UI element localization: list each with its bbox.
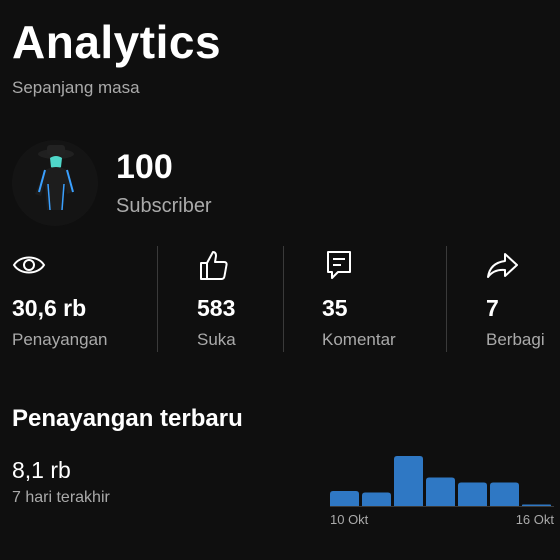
thumbs-up-icon [200, 251, 228, 280]
chart-bar[interactable] [362, 492, 391, 507]
chart-tick-label: 16 Okt [516, 512, 555, 527]
recent-views-title: Penayangan terbaru [12, 405, 243, 432]
chart-bar[interactable] [458, 482, 487, 507]
subscriber-count: 100 [116, 148, 173, 186]
chart-tick-label: 10 Okt [330, 512, 369, 527]
page-title: Analytics [12, 16, 222, 68]
chart-bar[interactable] [330, 491, 359, 506]
comment-icon [327, 251, 351, 279]
avatar-figure-icon [12, 140, 98, 226]
stats-row: 30,6 rb Penayangan 583 Suka 35 Komentar … [0, 244, 560, 352]
recent-views-period: 7 hari terakhir [12, 489, 110, 506]
eye-icon [12, 256, 46, 274]
stat-value: 583 [197, 295, 236, 321]
recent-views-chart[interactable]: 10 Okt 16 Okt [328, 448, 556, 532]
stat-label: Komentar [322, 330, 396, 349]
chart-bar[interactable] [490, 482, 519, 507]
stat-divider [283, 246, 284, 352]
stat-label: Penayangan [12, 330, 108, 349]
chart-bar[interactable] [426, 477, 455, 507]
stat-value: 30,6 rb [12, 295, 87, 321]
chart-bar[interactable] [522, 504, 551, 507]
channel-avatar[interactable] [12, 140, 98, 226]
chart-bar[interactable] [394, 456, 423, 506]
recent-views-value: 8,1 rb [12, 457, 71, 483]
stat-divider [157, 246, 158, 352]
share-icon [487, 253, 518, 278]
stat-value: 7 [486, 295, 499, 321]
subscriber-label: Subscriber [116, 195, 212, 217]
stat-divider [446, 246, 447, 352]
stat-value: 35 [322, 295, 348, 321]
stat-label: Suka [197, 330, 236, 349]
stat-label: Berbagi [486, 330, 545, 349]
time-range-label[interactable]: Sepanjang masa [12, 78, 140, 98]
